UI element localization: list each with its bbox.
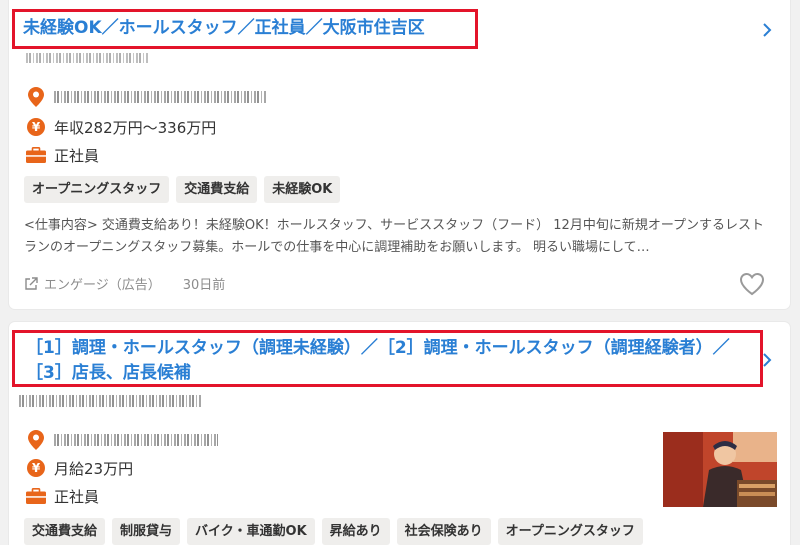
card-footer: エンゲージ（広告） 30日前: [24, 274, 225, 293]
location-text-redacted: [54, 91, 266, 103]
location-pin-icon: [26, 87, 46, 107]
salary-text: 月給23万円: [54, 459, 134, 478]
job-title[interactable]: ［1］調理・ホールスタッフ（調理未経験）／［2］調理・ホールスタッフ（調理経験者…: [12, 330, 763, 387]
employment-type: 正社員: [54, 146, 100, 165]
salary-text: 年収282万円～336万円: [54, 118, 217, 137]
posted-date: 30日前: [182, 278, 226, 293]
tag: バイク・車通勤OK: [187, 518, 315, 545]
job-description: <仕事内容> 交通費支給あり！未経験OK！ホールスタッフ、サービススタッフ（フー…: [24, 218, 765, 255]
tag: 社会保険あり: [396, 518, 491, 545]
tag: 交通費支給: [176, 176, 258, 203]
employment-row: 正社員: [26, 144, 99, 166]
tag: 昇給あり: [321, 518, 390, 545]
briefcase-icon: [26, 486, 46, 506]
employment-type: 正社員: [54, 487, 100, 506]
chevron-right-icon[interactable]: [760, 350, 774, 370]
salary-row: ¥ 月給23万円: [26, 457, 133, 479]
yen-icon: ¥: [26, 458, 46, 478]
tag-list: 交通費支給 制服貸与 バイク・車通勤OK 昇給あり 社会保険あり オープニングス…: [24, 518, 643, 545]
source-label[interactable]: エンゲージ（広告）: [44, 274, 161, 293]
tag: 制服貸与: [112, 518, 181, 545]
employment-row: 正社員: [26, 485, 99, 507]
tag: オープニングスタッフ: [497, 518, 643, 545]
location-pin-icon: [26, 430, 46, 450]
tag: オープニングスタッフ: [24, 176, 170, 203]
job-title[interactable]: 未経験OK／ホールスタッフ／正社員／大阪市住吉区: [12, 9, 478, 49]
tag-list: オープニングスタッフ 交通費支給 未経験OK: [24, 176, 341, 203]
job-card[interactable]: ［1］調理・ホールスタッフ（調理未経験）／［2］調理・ホールスタッフ（調理経験者…: [9, 322, 790, 545]
company-name-redacted: [26, 53, 148, 63]
chevron-right-icon[interactable]: [760, 20, 774, 40]
job-photo: [663, 432, 777, 507]
salary-row: ¥ 年収282万円～336万円: [26, 116, 216, 138]
company-name-redacted: [19, 395, 201, 407]
external-link-icon: [25, 276, 38, 290]
job-card[interactable]: 未経験OK／ホールスタッフ／正社員／大阪市住吉区 ¥ 年収282万円～336万円…: [9, 0, 790, 309]
tag: 交通費支給: [24, 518, 106, 545]
location-row: [26, 429, 218, 451]
heart-icon[interactable]: [739, 272, 765, 296]
yen-icon: ¥: [26, 117, 46, 137]
briefcase-icon: [26, 145, 46, 165]
tag: 未経験OK: [264, 176, 341, 203]
location-text-redacted: [54, 434, 218, 446]
location-row: [26, 86, 266, 108]
